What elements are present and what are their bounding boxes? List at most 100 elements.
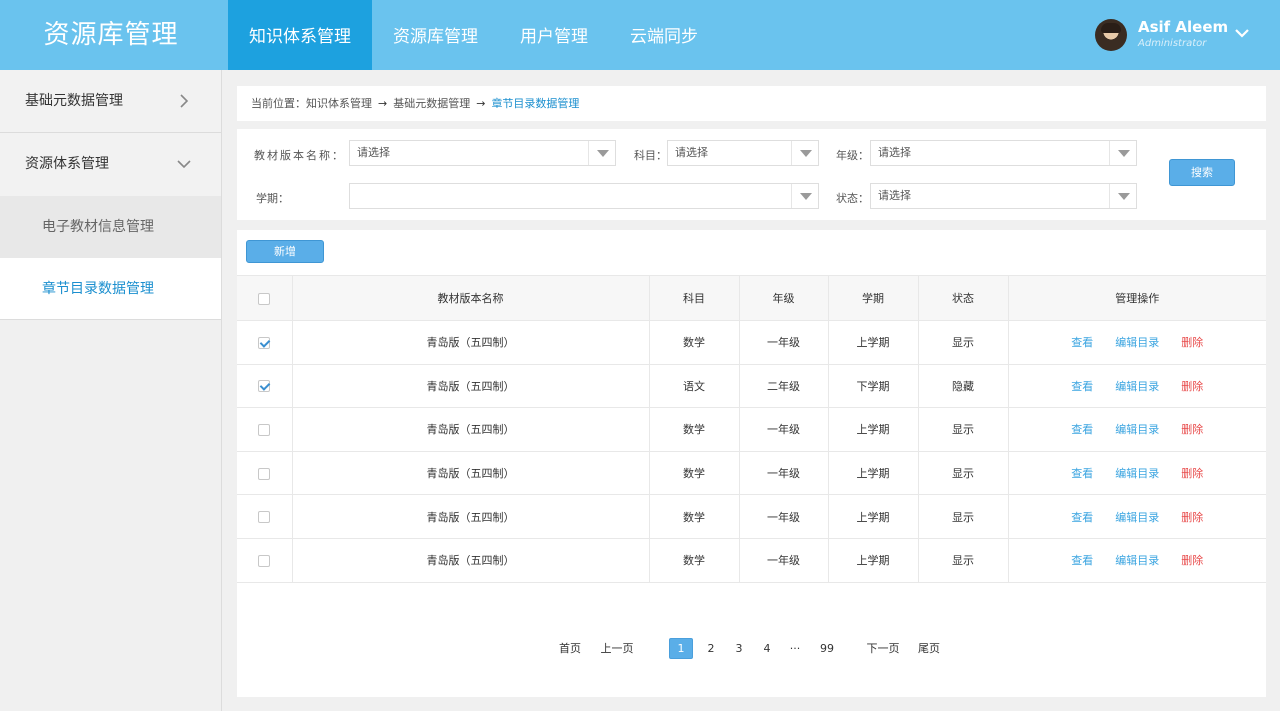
edit-catalog-link[interactable]: 编辑目录: [1115, 511, 1159, 524]
breadcrumb-item[interactable]: 知识体系管理: [306, 97, 372, 110]
table-row: 青岛版（五四制） 数学 一年级 上学期 显示 查看 编辑目录 删除: [237, 494, 1266, 539]
row-select-cell: [237, 450, 293, 496]
cell-actions: 查看 编辑目录 删除: [1007, 494, 1266, 539]
row-select-cell: [237, 537, 293, 583]
cell-edition: 青岛版（五四制）: [291, 494, 650, 539]
cell-grade: 一年级: [738, 450, 829, 496]
sidebar-item-label: 资源体系管理: [25, 156, 109, 172]
grade-select[interactable]: 请选择: [870, 140, 1137, 166]
filter-panel: 教材版本名称： 请选择 科目： 请选择 年级： 请选择 学期： 状态： 请选择 …: [237, 129, 1266, 220]
row-checkbox[interactable]: [258, 511, 271, 524]
edit-catalog-link[interactable]: 编辑目录: [1115, 423, 1159, 436]
chevron-down-icon[interactable]: [1232, 23, 1252, 43]
breadcrumb: 当前位置：知识体系管理 → 基础元数据管理 → 章节目录数据管理: [237, 86, 1266, 121]
view-link[interactable]: 查看: [1071, 511, 1093, 524]
subject-label: 科目：: [634, 149, 667, 162]
column-header-term: 学期: [827, 275, 919, 321]
breadcrumb-item[interactable]: 基础元数据管理: [393, 97, 470, 110]
row-select-cell: [237, 363, 293, 409]
edition-select[interactable]: 请选择: [349, 140, 616, 166]
pagination-page[interactable]: 4: [757, 638, 777, 659]
user-name: Asif Aleem: [1138, 18, 1229, 36]
edit-catalog-link[interactable]: 编辑目录: [1115, 380, 1159, 393]
avatar[interactable]: [1095, 19, 1127, 51]
status-select[interactable]: 请选择: [870, 183, 1137, 209]
sidebar-subitem-ebook-info[interactable]: 电子教材信息管理: [0, 196, 221, 258]
table-row: 青岛版（五四制） 数学 一年级 上学期 显示 查看 编辑目录 删除: [237, 407, 1266, 452]
edition-label: 教材版本名称：: [254, 149, 345, 162]
cell-status: 显示: [917, 494, 1009, 539]
cell-subject: 语文: [648, 363, 740, 409]
pagination-end[interactable]: 尾页: [917, 638, 941, 659]
cell-edition: 青岛版（五四制）: [291, 363, 650, 409]
row-checkbox[interactable]: [258, 554, 271, 567]
column-header-actions: 管理操作: [1007, 275, 1266, 321]
user-role: Administrator: [1138, 38, 1207, 49]
breadcrumb-prefix: 当前位置：: [251, 97, 306, 110]
edit-catalog-link[interactable]: 编辑目录: [1115, 336, 1159, 349]
sidebar-item-resource-system[interactable]: 资源体系管理: [0, 133, 221, 196]
grade-select-value: 请选择: [878, 146, 911, 159]
pagination-ellipsis: ···: [789, 642, 801, 655]
search-button[interactable]: 搜索: [1169, 159, 1235, 186]
nav-tab-knowledge-system[interactable]: 知识体系管理: [228, 0, 372, 70]
cell-status: 显示: [917, 450, 1009, 496]
delete-link[interactable]: 删除: [1181, 467, 1203, 480]
nav-tab-cloud-sync[interactable]: 云端同步: [609, 0, 719, 70]
select-all-checkbox[interactable]: [258, 292, 271, 305]
sidebar-item-basic-metadata[interactable]: 基础元数据管理: [0, 70, 221, 133]
cell-actions: 查看 编辑目录 删除: [1007, 407, 1266, 452]
sidebar-subitem-chapter-catalog[interactable]: 章节目录数据管理: [0, 258, 221, 320]
nav-tab-user-management[interactable]: 用户管理: [499, 0, 609, 70]
delete-link[interactable]: 删除: [1181, 423, 1203, 436]
user-menu[interactable]: Asif Aleem Administrator: [1095, 17, 1265, 53]
view-link[interactable]: 查看: [1071, 467, 1093, 480]
cell-term: 上学期: [827, 320, 919, 365]
pagination-page-last[interactable]: 99: [815, 638, 839, 659]
pagination-page[interactable]: 3: [729, 638, 749, 659]
cell-status: 隐藏: [917, 363, 1009, 409]
delete-link[interactable]: 删除: [1181, 554, 1203, 567]
pagination-page-current[interactable]: 1: [669, 638, 693, 659]
column-header-subject: 科目: [648, 275, 740, 321]
cell-term: 下学期: [827, 363, 919, 409]
caret-down-icon: [791, 184, 818, 208]
row-checkbox[interactable]: [258, 423, 271, 436]
view-link[interactable]: 查看: [1071, 336, 1093, 349]
pagination-next[interactable]: 下一页: [865, 638, 901, 659]
view-link[interactable]: 查看: [1071, 554, 1093, 567]
caret-down-icon: [1109, 141, 1136, 165]
cell-subject: 数学: [648, 537, 740, 583]
delete-link[interactable]: 删除: [1181, 336, 1203, 349]
nav-tab-resource-library[interactable]: 资源库管理: [372, 0, 499, 70]
row-checkbox[interactable]: [258, 380, 271, 393]
add-button[interactable]: 新增: [246, 240, 324, 263]
view-link[interactable]: 查看: [1071, 380, 1093, 393]
row-checkbox[interactable]: [258, 336, 271, 349]
column-header-edition: 教材版本名称: [291, 275, 650, 321]
cell-edition: 青岛版（五四制）: [291, 407, 650, 452]
edit-catalog-link[interactable]: 编辑目录: [1115, 467, 1159, 480]
pagination-first[interactable]: 首页: [558, 638, 582, 659]
select-all-cell: [237, 275, 293, 321]
pagination-page[interactable]: 2: [701, 638, 721, 659]
pagination: 首页 上一页 1 2 3 4 ··· 99 下一页 尾页: [237, 638, 1266, 660]
cell-subject: 数学: [648, 450, 740, 496]
cell-grade: 一年级: [738, 320, 829, 365]
sidebar: 基础元数据管理 资源体系管理 电子教材信息管理 章节目录数据管理: [0, 70, 222, 711]
view-link[interactable]: 查看: [1071, 423, 1093, 436]
row-checkbox[interactable]: [258, 467, 271, 480]
delete-link[interactable]: 删除: [1181, 511, 1203, 524]
cell-actions: 查看 编辑目录 删除: [1007, 537, 1266, 583]
cell-edition: 青岛版（五四制）: [291, 320, 650, 365]
subject-select[interactable]: 请选择: [667, 140, 819, 166]
edit-catalog-link[interactable]: 编辑目录: [1115, 554, 1159, 567]
delete-link[interactable]: 删除: [1181, 380, 1203, 393]
pagination-prev[interactable]: 上一页: [599, 638, 635, 659]
edition-select-value: 请选择: [357, 146, 390, 159]
term-select[interactable]: [349, 183, 819, 209]
cell-status: 显示: [917, 537, 1009, 583]
column-header-status: 状态: [917, 275, 1009, 321]
top-header: 资源库管理 知识体系管理 资源库管理 用户管理 云端同步 Asif Aleem …: [0, 0, 1280, 70]
caret-down-icon: [791, 141, 818, 165]
